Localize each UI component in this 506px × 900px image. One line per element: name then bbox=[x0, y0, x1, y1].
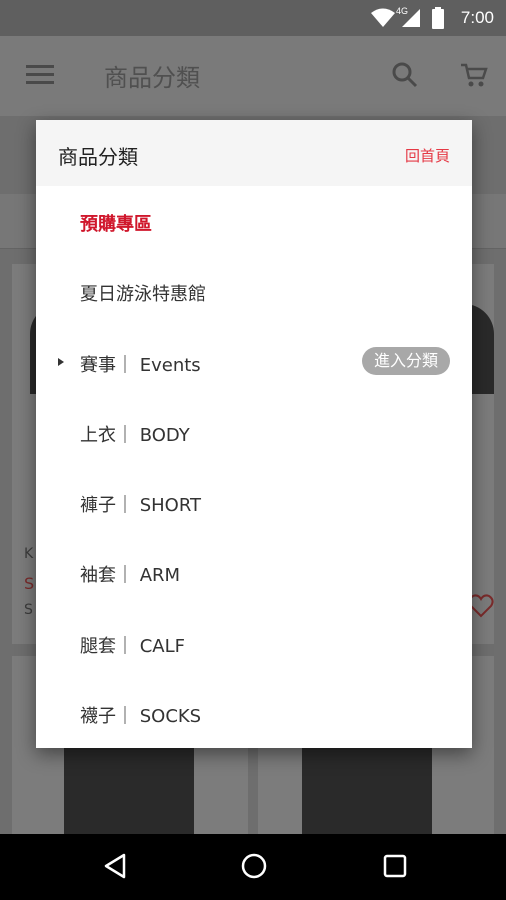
category-list: 預購專區 夏日游泳特惠館 賽事｜ Events 進入分類 上衣｜ BODY 褲子… bbox=[36, 186, 472, 748]
category-label: 預購專區 bbox=[80, 214, 152, 235]
cart-icon[interactable] bbox=[460, 62, 488, 88]
category-item-calf[interactable]: 腿套｜ CALF bbox=[36, 608, 472, 678]
system-nav-bar bbox=[0, 834, 506, 900]
recents-icon[interactable] bbox=[382, 852, 408, 880]
wifi-icon bbox=[371, 8, 395, 27]
enter-category-button[interactable]: 進入分類 bbox=[361, 346, 450, 375]
category-item-preorder[interactable]: 預購專區 bbox=[36, 186, 472, 256]
dialog-header: 商品分類 回首頁 bbox=[36, 120, 472, 186]
category-label: 上衣｜ BODY bbox=[80, 424, 190, 446]
battery-icon bbox=[432, 7, 444, 29]
category-item-arm[interactable]: 袖套｜ ARM bbox=[36, 537, 472, 607]
category-item-events[interactable]: 賽事｜ Events 進入分類 bbox=[36, 327, 472, 397]
product-price: S bbox=[24, 574, 35, 593]
category-label: 袖套｜ ARM bbox=[80, 565, 181, 587]
home-icon[interactable] bbox=[240, 852, 268, 880]
status-bar: 4G 7:00 bbox=[0, 0, 506, 36]
menu-icon[interactable] bbox=[26, 64, 54, 86]
app-bar: 商品分類 bbox=[0, 36, 506, 116]
expand-arrow-icon[interactable] bbox=[58, 357, 64, 366]
category-label: 夏日游泳特惠館 bbox=[80, 284, 206, 306]
signal-icon bbox=[402, 9, 420, 27]
product-image bbox=[64, 736, 194, 834]
product-image bbox=[302, 736, 432, 834]
page-title: 商品分類 bbox=[104, 64, 200, 92]
back-icon[interactable] bbox=[102, 852, 128, 880]
category-item-socks[interactable]: 襪子｜ SOCKS bbox=[36, 678, 472, 748]
category-label: 褲子｜ SHORT bbox=[80, 495, 202, 517]
category-item-short[interactable]: 褲子｜ SHORT bbox=[36, 467, 472, 537]
dialog-title: 商品分類 bbox=[58, 145, 138, 169]
product-name: K bbox=[24, 546, 34, 562]
category-dialog: 商品分類 回首頁 預購專區 夏日游泳特惠館 賽事｜ Events 進入分類 上衣… bbox=[36, 120, 472, 748]
search-icon[interactable] bbox=[392, 62, 418, 88]
category-item-body[interactable]: 上衣｜ BODY bbox=[36, 397, 472, 467]
category-item-summer-swim[interactable]: 夏日游泳特惠館 bbox=[36, 256, 472, 326]
status-time: 7:00 bbox=[460, 8, 494, 27]
home-link[interactable]: 回首頁 bbox=[405, 145, 450, 166]
category-label: 腿套｜ CALF bbox=[80, 635, 185, 657]
category-label: 賽事｜ Events bbox=[80, 354, 201, 376]
product-original-price: S bbox=[24, 602, 33, 618]
category-label: 襪子｜ SOCKS bbox=[80, 706, 202, 728]
